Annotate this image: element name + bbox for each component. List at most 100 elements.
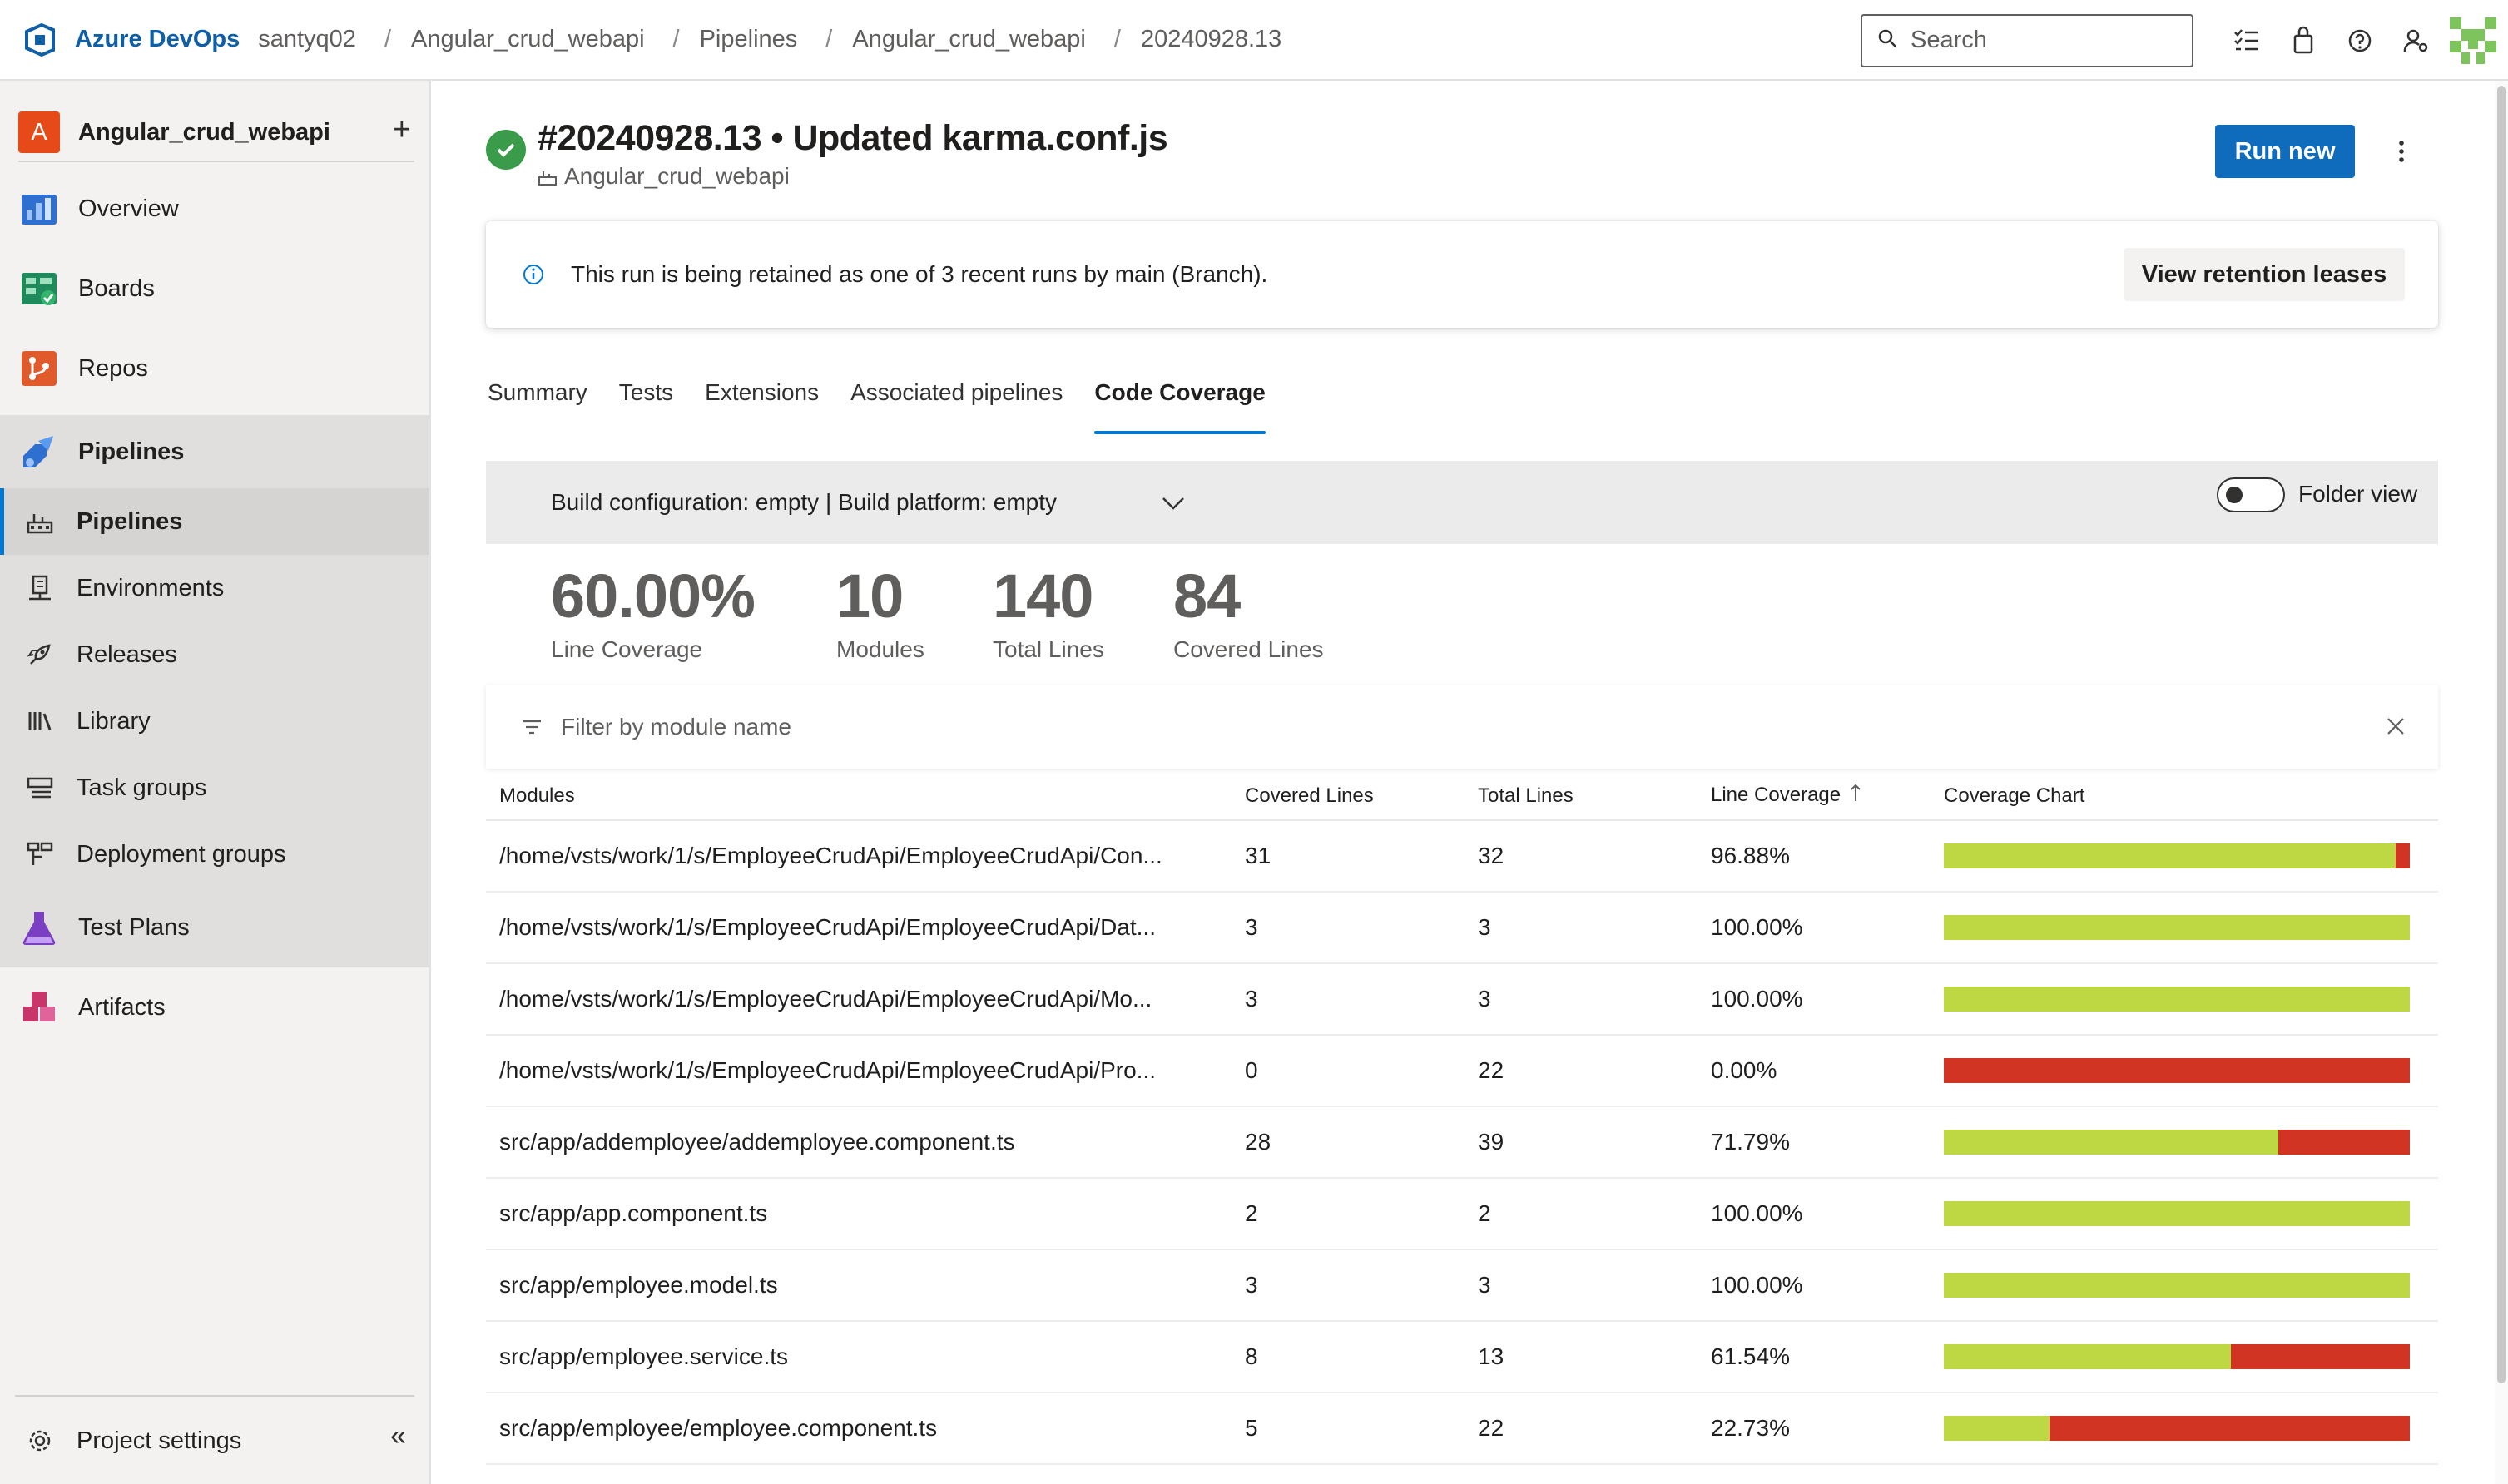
sidebar-item-repos[interactable]: Repos (0, 335, 429, 402)
stat-value: 10 (836, 561, 904, 631)
search-input[interactable] (1911, 27, 2177, 54)
sidebar-sub-releases[interactable]: Releases (0, 621, 429, 688)
pipelines-icon (18, 431, 60, 472)
close-icon[interactable] (2383, 714, 2408, 739)
column-header-modules[interactable]: Modules (486, 772, 1232, 821)
sidebar-item-artifacts[interactable]: Artifacts (0, 974, 429, 1041)
sidebar-sub-deployment-groups[interactable]: Deployment groups (0, 821, 429, 888)
cell-total-lines: 39 (1465, 1106, 1698, 1179)
tab-associated-pipelines[interactable]: Associated pipelines (850, 379, 1063, 434)
stat-line-coverage: 60.00% Line Coverage (551, 561, 756, 663)
sidebar-item-pipelines[interactable]: Pipelines (0, 415, 429, 488)
cell-coverage-chart (1931, 820, 2438, 893)
table-row[interactable]: src/app/employee.model.ts 3 3 100.00% (486, 1249, 2438, 1322)
sidebar-item-boards[interactable]: Boards (0, 255, 429, 322)
add-icon[interactable]: + (393, 112, 411, 148)
cell-module-name: /home/vsts/work/1/s/EmployeeCrudApi/Empl… (486, 963, 1232, 1036)
breadcrumb-organization[interactable]: santyq02 (258, 26, 356, 53)
coverage-bar (1944, 1273, 2410, 1298)
run-pipeline-name[interactable]: Angular_crud_webapi (538, 163, 790, 190)
coverage-bar-covered (1944, 1416, 2050, 1441)
sidebar-sub-task-groups[interactable]: Task groups (0, 754, 429, 821)
breadcrumb-pipelines[interactable]: Pipelines (700, 26, 798, 53)
cell-total-lines: 22 (1465, 1035, 1698, 1107)
azure-devops-logo-icon[interactable] (17, 17, 63, 63)
artifacts-icon (18, 987, 60, 1028)
run-new-button[interactable]: Run new (2215, 125, 2355, 178)
sidebar-item-label: Test Plans (78, 913, 190, 941)
sidebar: A Angular_crud_webapi + Overview Boards … (0, 81, 431, 1484)
chevron-down-icon[interactable] (1158, 491, 1188, 516)
breadcrumb-pipeline[interactable]: Angular_crud_webapi (852, 26, 1086, 53)
column-header-line-coverage[interactable]: Line Coverage (1698, 772, 1931, 821)
breadcrumb-project[interactable]: Angular_crud_webapi (411, 26, 645, 53)
cell-line-coverage: 100.00% (1698, 963, 1931, 1036)
task-groups-icon (23, 771, 57, 804)
vertical-scrollbar[interactable] (2495, 81, 2508, 1484)
coverage-bar-covered (1944, 1130, 2279, 1155)
build-config-dropdown[interactable]: Build configuration: empty | Build platf… (551, 489, 1057, 516)
table-row[interactable]: src/app/employee/employee.component.ts 5 2… (486, 1392, 2438, 1465)
cell-line-coverage: 0.00% (1698, 1035, 1931, 1107)
help-icon[interactable] (2332, 12, 2388, 69)
project-settings[interactable]: Project settings (0, 1412, 429, 1470)
tab-code-coverage[interactable]: Code Coverage (1094, 379, 1266, 434)
coverage-bar (1944, 915, 2410, 940)
sidebar-sub-label: Task groups (77, 774, 207, 801)
sort-ascending-icon[interactable] (1849, 783, 1862, 809)
cell-total-lines: 3 (1465, 1249, 1698, 1322)
cell-line-coverage: 100.00% (1698, 1249, 1931, 1322)
sidebar-sub-library[interactable]: Library (0, 688, 429, 754)
column-header-total-lines[interactable]: Total Lines (1465, 772, 1698, 821)
coverage-bar-covered (1944, 843, 2396, 868)
user-settings-icon[interactable] (2388, 12, 2445, 69)
gear-icon (23, 1424, 57, 1457)
brand-name[interactable]: Azure DevOps (75, 26, 240, 53)
collapse-sidebar-icon[interactable]: « (390, 1420, 406, 1452)
search-box[interactable] (1861, 13, 2193, 67)
table-row[interactable]: /home/vsts/work/1/s/EmployeeCrudApi/Empl… (486, 963, 2438, 1036)
cell-total-lines: 13 (1465, 1321, 1698, 1393)
table-row[interactable]: src/app/employee.service.ts 8 13 61.54% (486, 1321, 2438, 1393)
tab-extensions[interactable]: Extensions (705, 379, 819, 434)
table-row[interactable]: src/app/app.component.ts 2 2 100.00% (486, 1178, 2438, 1250)
table-row[interactable]: src/app/addemployee/addemployee.componen… (486, 1106, 2438, 1179)
marketplace-bag-icon[interactable] (2275, 12, 2332, 69)
scrollbar-thumb[interactable] (2497, 86, 2506, 1383)
more-actions-icon[interactable] (2385, 135, 2418, 168)
breadcrumb-separator: / (672, 26, 680, 52)
stat-covered-lines: 84 Covered Lines (1173, 561, 1324, 663)
top-bar: Azure DevOps santyq02 / Angular_crud_web… (0, 0, 2508, 81)
folder-view-toggle[interactable] (2217, 477, 2285, 512)
cell-module-name: src/app/employee.model.ts (486, 1249, 1232, 1322)
sidebar-item-label: Repos (78, 354, 148, 382)
tab-summary[interactable]: Summary (488, 379, 587, 434)
table-row[interactable]: /home/vsts/work/1/s/EmployeeCrudApi/Empl… (486, 820, 2438, 893)
cell-covered-lines: 31 (1232, 820, 1465, 893)
stat-value: 60.00% (551, 561, 756, 631)
sidebar-item-test-plans[interactable]: Test Plans (0, 894, 429, 961)
module-filter-input[interactable] (561, 714, 2059, 740)
breadcrumb-run[interactable]: 20240928.13 (1141, 26, 1281, 53)
project-selector[interactable]: A Angular_crud_webapi + (0, 97, 431, 167)
column-header-covered-lines[interactable]: Covered Lines (1232, 772, 1465, 821)
cell-line-coverage: 100.00% (1698, 892, 1931, 964)
sidebar-sub-environments[interactable]: Environments (0, 555, 429, 621)
cell-module-name: src/app/employee/employee.component.ts (486, 1392, 1232, 1465)
coverage-bar-covered (1944, 1201, 2410, 1226)
user-avatar[interactable] (2450, 17, 2496, 64)
work-items-icon[interactable] (2218, 12, 2275, 69)
cell-total-lines: 32 (1465, 820, 1698, 893)
tab-tests[interactable]: Tests (619, 379, 673, 434)
table-row[interactable]: /home/vsts/work/1/s/EmployeeCrudApi/Empl… (486, 892, 2438, 964)
cell-covered-lines: 28 (1232, 1106, 1465, 1179)
cell-covered-lines: 3 (1232, 892, 1465, 964)
view-retention-leases-button[interactable]: View retention leases (2124, 248, 2405, 301)
cell-module-name: src/app/addemployee/addemployee.componen… (486, 1106, 1232, 1179)
project-name[interactable]: Angular_crud_webapi (78, 119, 330, 146)
table-row[interactable]: /home/vsts/work/1/s/EmployeeCrudApi/Empl… (486, 1035, 2438, 1107)
sidebar-sub-pipelines[interactable]: Pipelines (0, 488, 429, 555)
cell-coverage-chart (1931, 1392, 2438, 1465)
sidebar-item-overview[interactable]: Overview (0, 176, 429, 242)
cell-covered-lines: 2 (1232, 1178, 1465, 1250)
